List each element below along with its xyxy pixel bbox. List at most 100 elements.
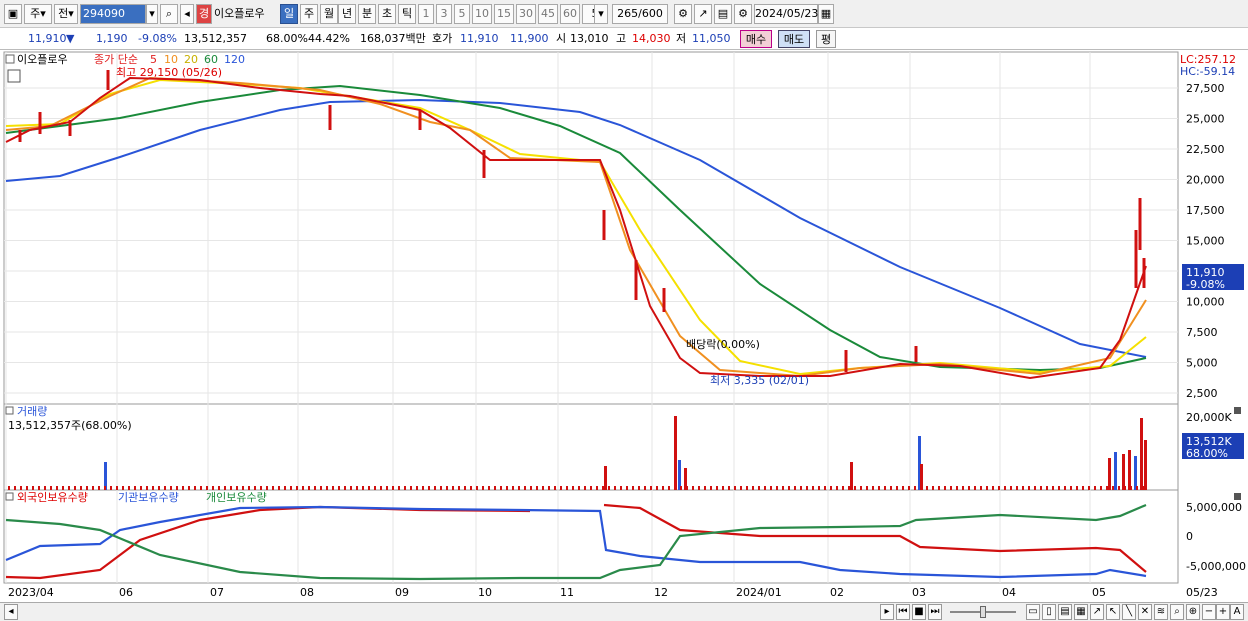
average-button[interactable]: 평 xyxy=(816,30,836,48)
buy-button[interactable]: 매수 xyxy=(740,30,772,48)
interval-60[interactable]: 60 xyxy=(560,4,580,24)
volume-bar xyxy=(650,486,652,490)
tab-month[interactable]: 월 xyxy=(320,4,338,24)
cross-icon[interactable]: ✕ xyxy=(1138,604,1152,620)
tab-minute[interactable]: 분 xyxy=(358,4,376,24)
volume-bar xyxy=(212,486,214,490)
line-icon[interactable]: ╲ xyxy=(1122,604,1136,620)
stop-icon[interactable]: ■ xyxy=(912,604,926,620)
volume-bar xyxy=(1100,486,1102,490)
zoom-out-icon[interactable]: − xyxy=(1202,604,1216,620)
volume-bar xyxy=(374,486,376,490)
date-input[interactable]: 2024/05/23 xyxy=(754,4,818,24)
volume-bar xyxy=(14,486,16,490)
volume-bar xyxy=(938,486,940,490)
change-percent: -9.08% xyxy=(138,32,177,45)
tab-year[interactable]: 년 xyxy=(338,4,356,24)
volume-bar xyxy=(614,486,616,490)
scroll-left-icon[interactable]: ◂ xyxy=(4,604,18,620)
sell-button[interactable]: 매도 xyxy=(778,30,810,48)
low-price: 11,050 xyxy=(692,32,731,45)
volume-bar xyxy=(326,486,328,490)
volume-bar xyxy=(32,486,34,490)
date-tick-label: 02 xyxy=(830,586,844,599)
market-select-label: 전 xyxy=(58,7,69,20)
code-dropdown-icon[interactable]: ▾ xyxy=(146,4,158,24)
volume-bar xyxy=(362,486,364,490)
interval-5[interactable]: 5 xyxy=(454,4,470,24)
volume-bar xyxy=(470,486,472,490)
interval-1[interactable]: 1 xyxy=(418,4,434,24)
period-select[interactable]: 주▾ xyxy=(24,4,52,24)
arrow-icon[interactable]: ↖ xyxy=(1106,604,1120,620)
gear-icon[interactable]: ⚙ xyxy=(734,4,752,24)
interval-10[interactable]: 10 xyxy=(472,4,492,24)
volume-bar xyxy=(176,486,178,490)
volume-bar xyxy=(242,486,244,490)
turnover: 44.42% xyxy=(308,32,350,45)
tab-week[interactable]: 주 xyxy=(300,4,318,24)
date-tick-label: 04 xyxy=(1002,586,1016,599)
tab-second[interactable]: 초 xyxy=(378,4,396,24)
chart-settings-icon[interactable] xyxy=(7,69,21,83)
font-icon[interactable]: A xyxy=(1230,604,1244,620)
volume-bar xyxy=(1046,486,1048,490)
save-icon[interactable]: ▤ xyxy=(714,4,732,24)
volume-bar xyxy=(1082,486,1084,490)
volume-bar xyxy=(1016,486,1018,490)
draw-tool-icon[interactable]: ↗ xyxy=(694,4,712,24)
volume-bar xyxy=(476,486,478,490)
window-menu-icon[interactable]: ▣ xyxy=(4,4,22,24)
bar-count-input[interactable]: 265/600 xyxy=(612,4,668,24)
bid-price: 11,900 xyxy=(510,32,549,45)
volume-bar xyxy=(1076,486,1078,490)
speaker-icon[interactable]: ◂ xyxy=(180,4,194,24)
volume-bar xyxy=(980,486,982,490)
plus-icon[interactable]: + xyxy=(1216,604,1230,620)
rewind-icon[interactable]: ⏮ xyxy=(896,604,910,620)
interval-15[interactable]: 15 xyxy=(494,4,514,24)
current-pct-axis-label: -9.08% xyxy=(1186,278,1225,291)
volume-bar xyxy=(98,486,100,490)
volume-panel-close-icon[interactable] xyxy=(1234,407,1241,414)
date-tick-label: 08 xyxy=(300,586,314,599)
volume-bar xyxy=(764,486,766,490)
trend-icon[interactable]: ↗ xyxy=(1090,604,1104,620)
volume-bar xyxy=(806,486,808,490)
search-icon[interactable]: ⌕ xyxy=(160,4,178,24)
volume-bar xyxy=(704,486,706,490)
tab-day[interactable]: 일 xyxy=(280,4,298,24)
holding-panel-close-icon[interactable] xyxy=(1234,493,1241,500)
grid-icon[interactable]: ▦ xyxy=(1074,604,1088,620)
interval-dropdown-icon[interactable]: ▾ xyxy=(594,4,608,24)
zoom-slider-thumb[interactable] xyxy=(980,606,986,618)
layout-icon[interactable]: ▭ xyxy=(1026,604,1040,620)
interval-45[interactable]: 45 xyxy=(538,4,558,24)
interval-30[interactable]: 30 xyxy=(516,4,536,24)
ask-label: 호가 xyxy=(432,32,453,45)
volume-bar xyxy=(8,486,10,490)
date-tick-label: 06 xyxy=(119,586,133,599)
volume-bar xyxy=(850,462,853,490)
chart-scrollbar[interactable]: ◂ ▸ ⏮ ■ ⏭ ▭ ▯ ▤ ▦ ↗ ↖ ╲ ✕ ≋ ⌕ ⊕ − + A xyxy=(0,602,1248,621)
stock-chart[interactable]: 이오플로우 종가 단순 5 10 20 60 120 최고 29,150 (05… xyxy=(0,50,1248,602)
split-icon[interactable]: ▯ xyxy=(1042,604,1056,620)
indicator-icon[interactable]: ⚙ xyxy=(674,4,692,24)
tab-tick[interactable]: 틱 xyxy=(398,4,416,24)
zoom-in-icon[interactable]: ⊕ xyxy=(1186,604,1200,620)
volume-bar xyxy=(56,486,58,490)
fast-forward-icon[interactable]: ⏭ xyxy=(928,604,942,620)
stock-code-input[interactable]: 294090 xyxy=(80,4,146,24)
volume-bar xyxy=(164,486,166,490)
market-select[interactable]: 전▾ xyxy=(54,4,78,24)
interval-3[interactable]: 3 xyxy=(436,4,452,24)
magnify-icon[interactable]: ⌕ xyxy=(1170,604,1184,620)
volume-bar xyxy=(152,486,154,490)
pattern-icon[interactable]: ≋ xyxy=(1154,604,1168,620)
compare-icon[interactable]: ▤ xyxy=(1058,604,1072,620)
institution-holding-legend: 기관보유수량 xyxy=(118,491,179,504)
calendar-icon[interactable]: ▦ xyxy=(818,4,834,24)
play-icon[interactable]: ▸ xyxy=(880,604,894,620)
volume-bar xyxy=(422,486,424,490)
volume-bar xyxy=(968,486,970,490)
